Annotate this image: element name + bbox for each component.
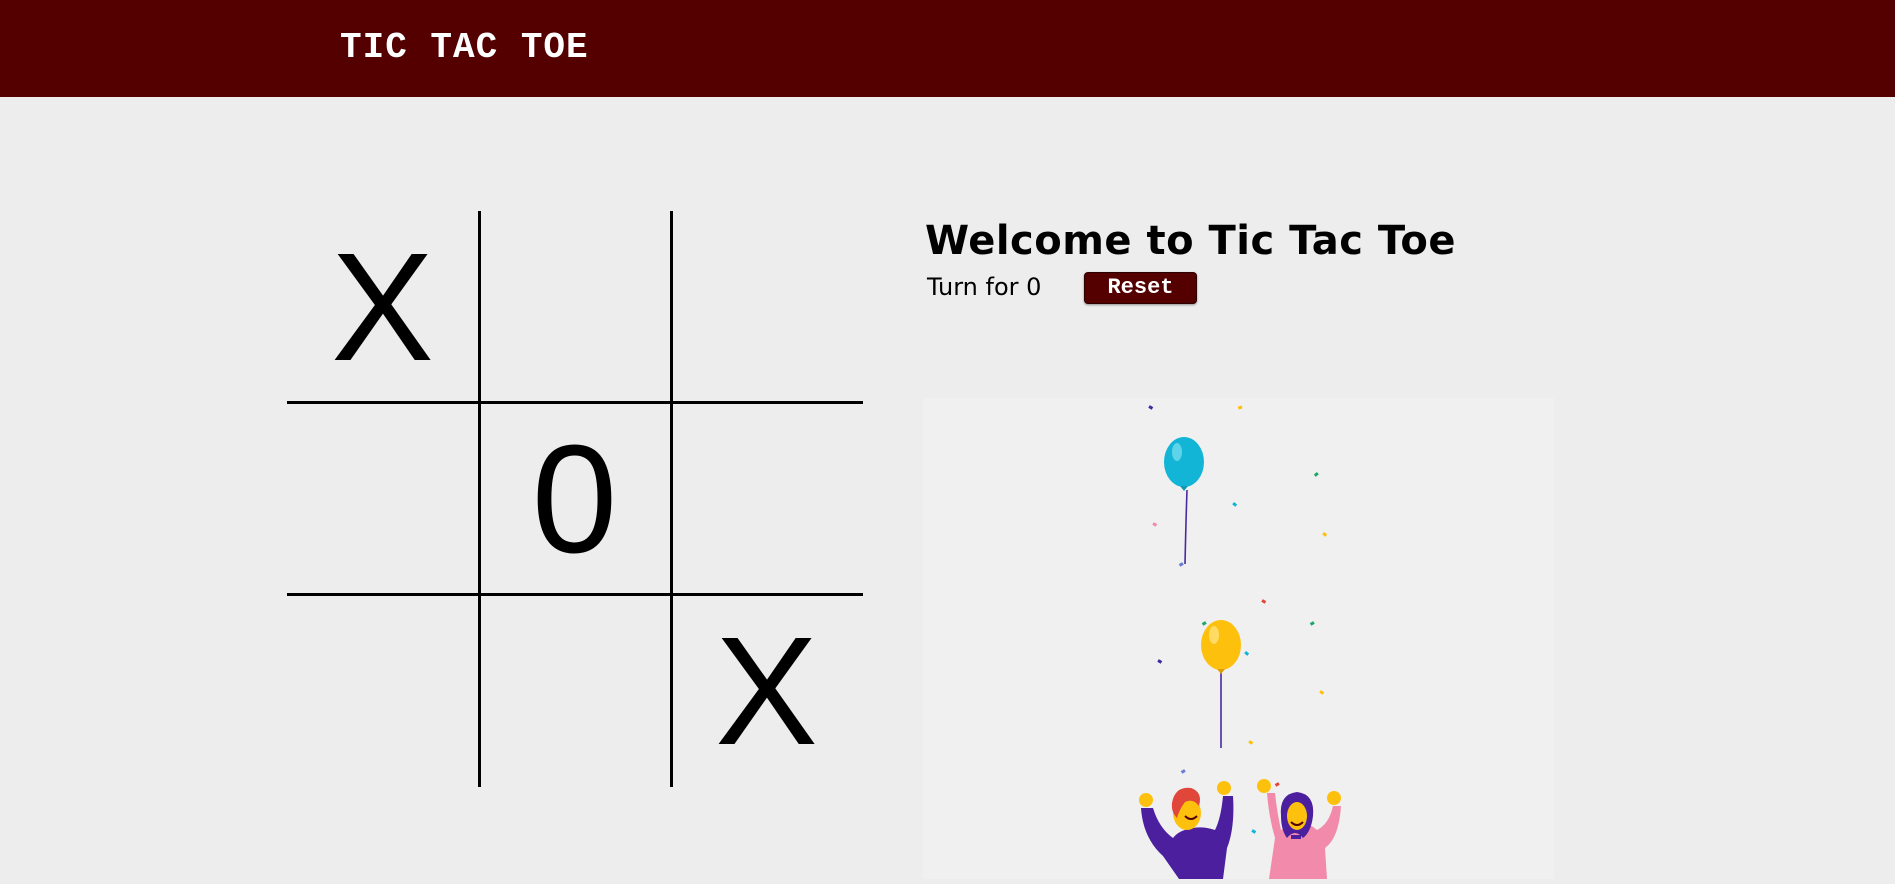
board-cell-7[interactable] xyxy=(479,595,670,786)
reset-button[interactable]: Reset xyxy=(1084,272,1197,304)
navbar: TIC TAC TOE xyxy=(0,0,1895,97)
welcome-heading: Welcome to Tic Tac Toe xyxy=(925,218,1456,264)
celebration-illustration xyxy=(923,398,1554,879)
board-cell-6[interactable] xyxy=(287,595,478,786)
board-cell-4[interactable]: 0 xyxy=(479,403,670,594)
turn-indicator: Turn for 0 xyxy=(927,273,1042,301)
board-cell-0[interactable]: X xyxy=(287,211,478,402)
person-left-icon xyxy=(1139,781,1234,879)
board-cell-2[interactable] xyxy=(671,211,862,402)
board-cell-3[interactable] xyxy=(287,403,478,594)
celebration-balloons-icon xyxy=(1139,405,1341,879)
blue-balloon-icon xyxy=(1164,437,1204,565)
board-cell-5[interactable] xyxy=(671,403,862,594)
board-cell-1[interactable] xyxy=(479,211,670,402)
yellow-balloon-icon xyxy=(1201,620,1241,748)
person-right-icon xyxy=(1257,779,1341,879)
nav-title: TIC TAC TOE xyxy=(340,27,589,68)
board-cell-8[interactable]: X xyxy=(671,595,862,786)
info-panel: Welcome to Tic Tac Toe Turn for 0 Reset xyxy=(925,212,1456,304)
game-board: X 0 X xyxy=(287,211,863,787)
